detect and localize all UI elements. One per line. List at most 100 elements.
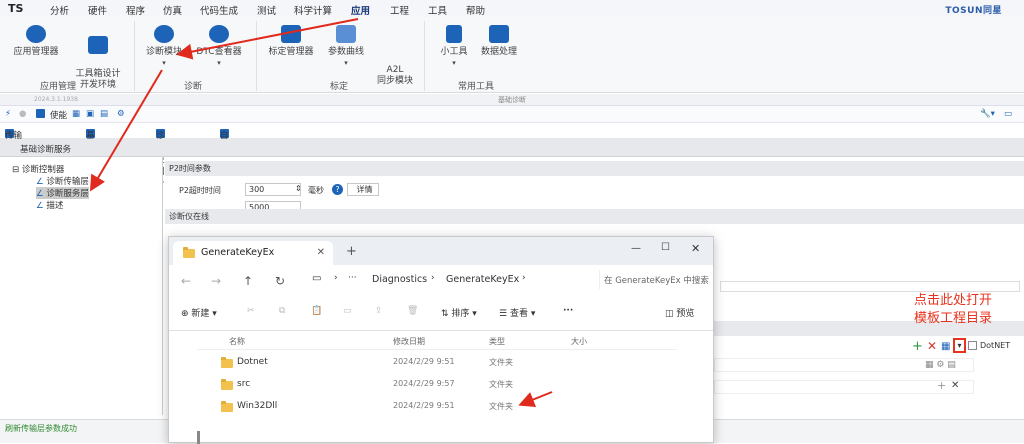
delete-icon[interactable]: 🗑: [407, 306, 418, 316]
dtc-viewer-button[interactable]: DTC查看器 ▾: [192, 25, 246, 69]
col-size[interactable]: 大小: [571, 336, 587, 347]
lightning-icon[interactable]: ⚡: [5, 109, 11, 119]
menu-bar: TS 分析 硬件 程序 仿真 代码生成 测试 科学计算 应用 工程 工具 帮助 …: [0, 0, 1024, 20]
paste-icon[interactable]: 📋: [311, 306, 322, 316]
col-date[interactable]: 修改日期: [393, 336, 425, 347]
sort-button[interactable]: ⇅ 排序 ▾: [441, 306, 477, 319]
spinner-icon[interactable]: ⇕: [295, 184, 302, 193]
tree-item-service[interactable]: ∠ 诊断服务层: [36, 187, 89, 199]
menu-scientific[interactable]: 科学计算: [294, 3, 332, 17]
preview-button[interactable]: ◫ 预览: [665, 306, 694, 319]
list-item[interactable]: src 2024/2/29 9:57 文件夹: [197, 375, 677, 395]
grid-icon[interactable]: ▦: [941, 341, 950, 352]
search-box[interactable]: 在 GenerateKeyEx 中搜索: [599, 270, 711, 289]
calibration-icon: [281, 25, 301, 43]
breadcrumb-generatekeyex[interactable]: GenerateKeyEx: [446, 274, 519, 285]
up-icon[interactable]: ↑: [243, 274, 253, 288]
back-icon[interactable]: ←: [181, 274, 191, 288]
window-title: 基础诊断: [498, 96, 526, 104]
toolbox-icon: [88, 36, 108, 54]
menu-codegen[interactable]: 代码生成: [200, 3, 238, 17]
tree-item-transport[interactable]: ∠ 诊断传输层: [36, 175, 89, 187]
small-tools-button[interactable]: 小工具 ▾: [434, 25, 474, 69]
add-icon[interactable]: +: [912, 340, 923, 353]
app-manager-icon: [26, 25, 46, 43]
menu-hardware[interactable]: 硬件: [88, 3, 107, 17]
diagnostic-module-button[interactable]: 诊断模块 ▾: [140, 25, 188, 69]
tree-panel: ⊟ 诊断控制器 ∠ 诊断传输层 ∠ 诊断服务层 ∠ 描述: [0, 157, 163, 415]
enable-checkbox[interactable]: [36, 109, 48, 120]
close-tab-icon[interactable]: ✕: [317, 241, 325, 265]
toolbar-icon[interactable]: ▦: [72, 109, 80, 119]
menu-project[interactable]: 工程: [390, 3, 409, 17]
menu-program[interactable]: 程序: [126, 3, 145, 17]
refresh-icon[interactable]: ↻: [275, 274, 285, 288]
add-small-icon[interactable]: +: [937, 379, 946, 392]
menu-tools[interactable]: 工具: [428, 3, 447, 17]
share-icon[interactable]: ⇪: [375, 306, 383, 316]
row-tools-icon[interactable]: ▦ ⚙ ▤: [925, 360, 956, 370]
diagnostic-icon: [154, 25, 174, 43]
file-type: 文件夹: [489, 358, 513, 367]
list-item[interactable]: Dotnet 2024/2/29 9:51 文件夹: [197, 353, 677, 373]
new-tab-icon[interactable]: +: [346, 244, 357, 259]
template-dropdown-button[interactable]: ▾: [953, 338, 966, 353]
rename-icon[interactable]: ▭: [343, 306, 352, 316]
settings-icon[interactable]: ⚙: [117, 109, 125, 119]
service-bar: 基础诊断服务: [0, 139, 1024, 157]
maximize-icon[interactable]: ☐: [661, 242, 670, 253]
save-icon[interactable]: ▣: [86, 109, 94, 119]
tree-root[interactable]: ⊟ 诊断控制器: [12, 163, 64, 175]
more-options-icon[interactable]: ···: [563, 306, 573, 316]
a2l-sync-button[interactable]: A2L 同步模块: [372, 25, 418, 87]
config-icon[interactable]: ▤: [100, 109, 108, 119]
menu-simulation[interactable]: 仿真: [163, 3, 182, 17]
file-row-input-2[interactable]: [714, 380, 974, 394]
close-icon[interactable]: ✕: [691, 242, 700, 255]
menu-test[interactable]: 测试: [257, 3, 276, 17]
menu-analysis[interactable]: 分析: [50, 3, 69, 17]
tree-item-description[interactable]: ∠ 描述: [36, 199, 63, 211]
config-tabs: 传输层(ISO TP) 基本诊断配置 诊断控制台 自动诊断流程: [0, 123, 1024, 201]
forward-icon[interactable]: →: [211, 274, 221, 288]
toolbox-ide-button[interactable]: 工具箱设计 开发环境: [70, 25, 126, 91]
copy-icon[interactable]: ⧉: [279, 306, 285, 316]
new-button[interactable]: ⊕ 新建 ▾: [181, 306, 217, 319]
folder-icon: [183, 247, 195, 258]
col-name[interactable]: 名称: [229, 336, 245, 347]
info-icon[interactable]: ?: [332, 184, 343, 195]
cut-icon[interactable]: ✂: [247, 306, 255, 316]
path-input[interactable]: [720, 281, 1020, 292]
command-bar: ⊕ 新建 ▾ ✂ ⧉ 📋 ▭ ⇪ 🗑 ⇅ 排序 ▾ ☰ 查看 ▾ ··· ◫ 预…: [169, 293, 713, 331]
view-button[interactable]: ☰ 查看 ▾: [499, 306, 535, 319]
remove-small-icon[interactable]: ✕: [951, 380, 959, 391]
version-label: 2024.3.1.1938: [34, 96, 78, 103]
menu-help[interactable]: 帮助: [466, 3, 485, 17]
p2-timeout-label: P2超时时间: [179, 186, 221, 195]
data-processing-icon: [489, 25, 509, 43]
list-item[interactable]: Win32Dll 2024/2/29 9:51 文件夹: [197, 397, 677, 417]
breadcrumb-diagnostics[interactable]: Diagnostics: [372, 274, 427, 285]
delete-icon[interactable]: ✕: [927, 340, 937, 353]
explorer-tab[interactable]: GenerateKeyEx ✕: [173, 241, 333, 265]
data-processing-button[interactable]: 数据处理: [476, 25, 522, 58]
record-icon[interactable]: ●: [19, 109, 26, 119]
address-bar[interactable]: ▭ › ··· Diagnostics › GenerateKeyEx ›: [304, 270, 594, 289]
p2-ext-input[interactable]: 5000: [245, 201, 301, 209]
group-label-common-tools: 常用工具: [458, 82, 495, 92]
calibration-manager-button[interactable]: 标定管理器: [264, 25, 318, 58]
detail-button[interactable]: 详情: [347, 183, 379, 196]
pin-icon[interactable]: ▭: [1004, 109, 1012, 119]
p2-timeout-input[interactable]: 300: [245, 183, 301, 196]
dtc-icon: [209, 25, 229, 43]
col-type[interactable]: 类型: [489, 336, 505, 347]
wrench-icon: [446, 25, 462, 43]
scrollbar-thumb[interactable]: [197, 431, 200, 444]
param-curve-button[interactable]: 参数曲线 ▾: [322, 25, 370, 69]
dotnet-checkbox[interactable]: [968, 341, 977, 350]
app-manager-button[interactable]: 应用管理器: [12, 25, 60, 58]
search-placeholder: 在 GenerateKeyEx 中搜索: [604, 276, 709, 286]
wrench-icon[interactable]: 🔧▾: [980, 109, 995, 119]
minimize-icon[interactable]: —: [631, 243, 641, 254]
group-label-calibration: 标定: [330, 82, 349, 92]
